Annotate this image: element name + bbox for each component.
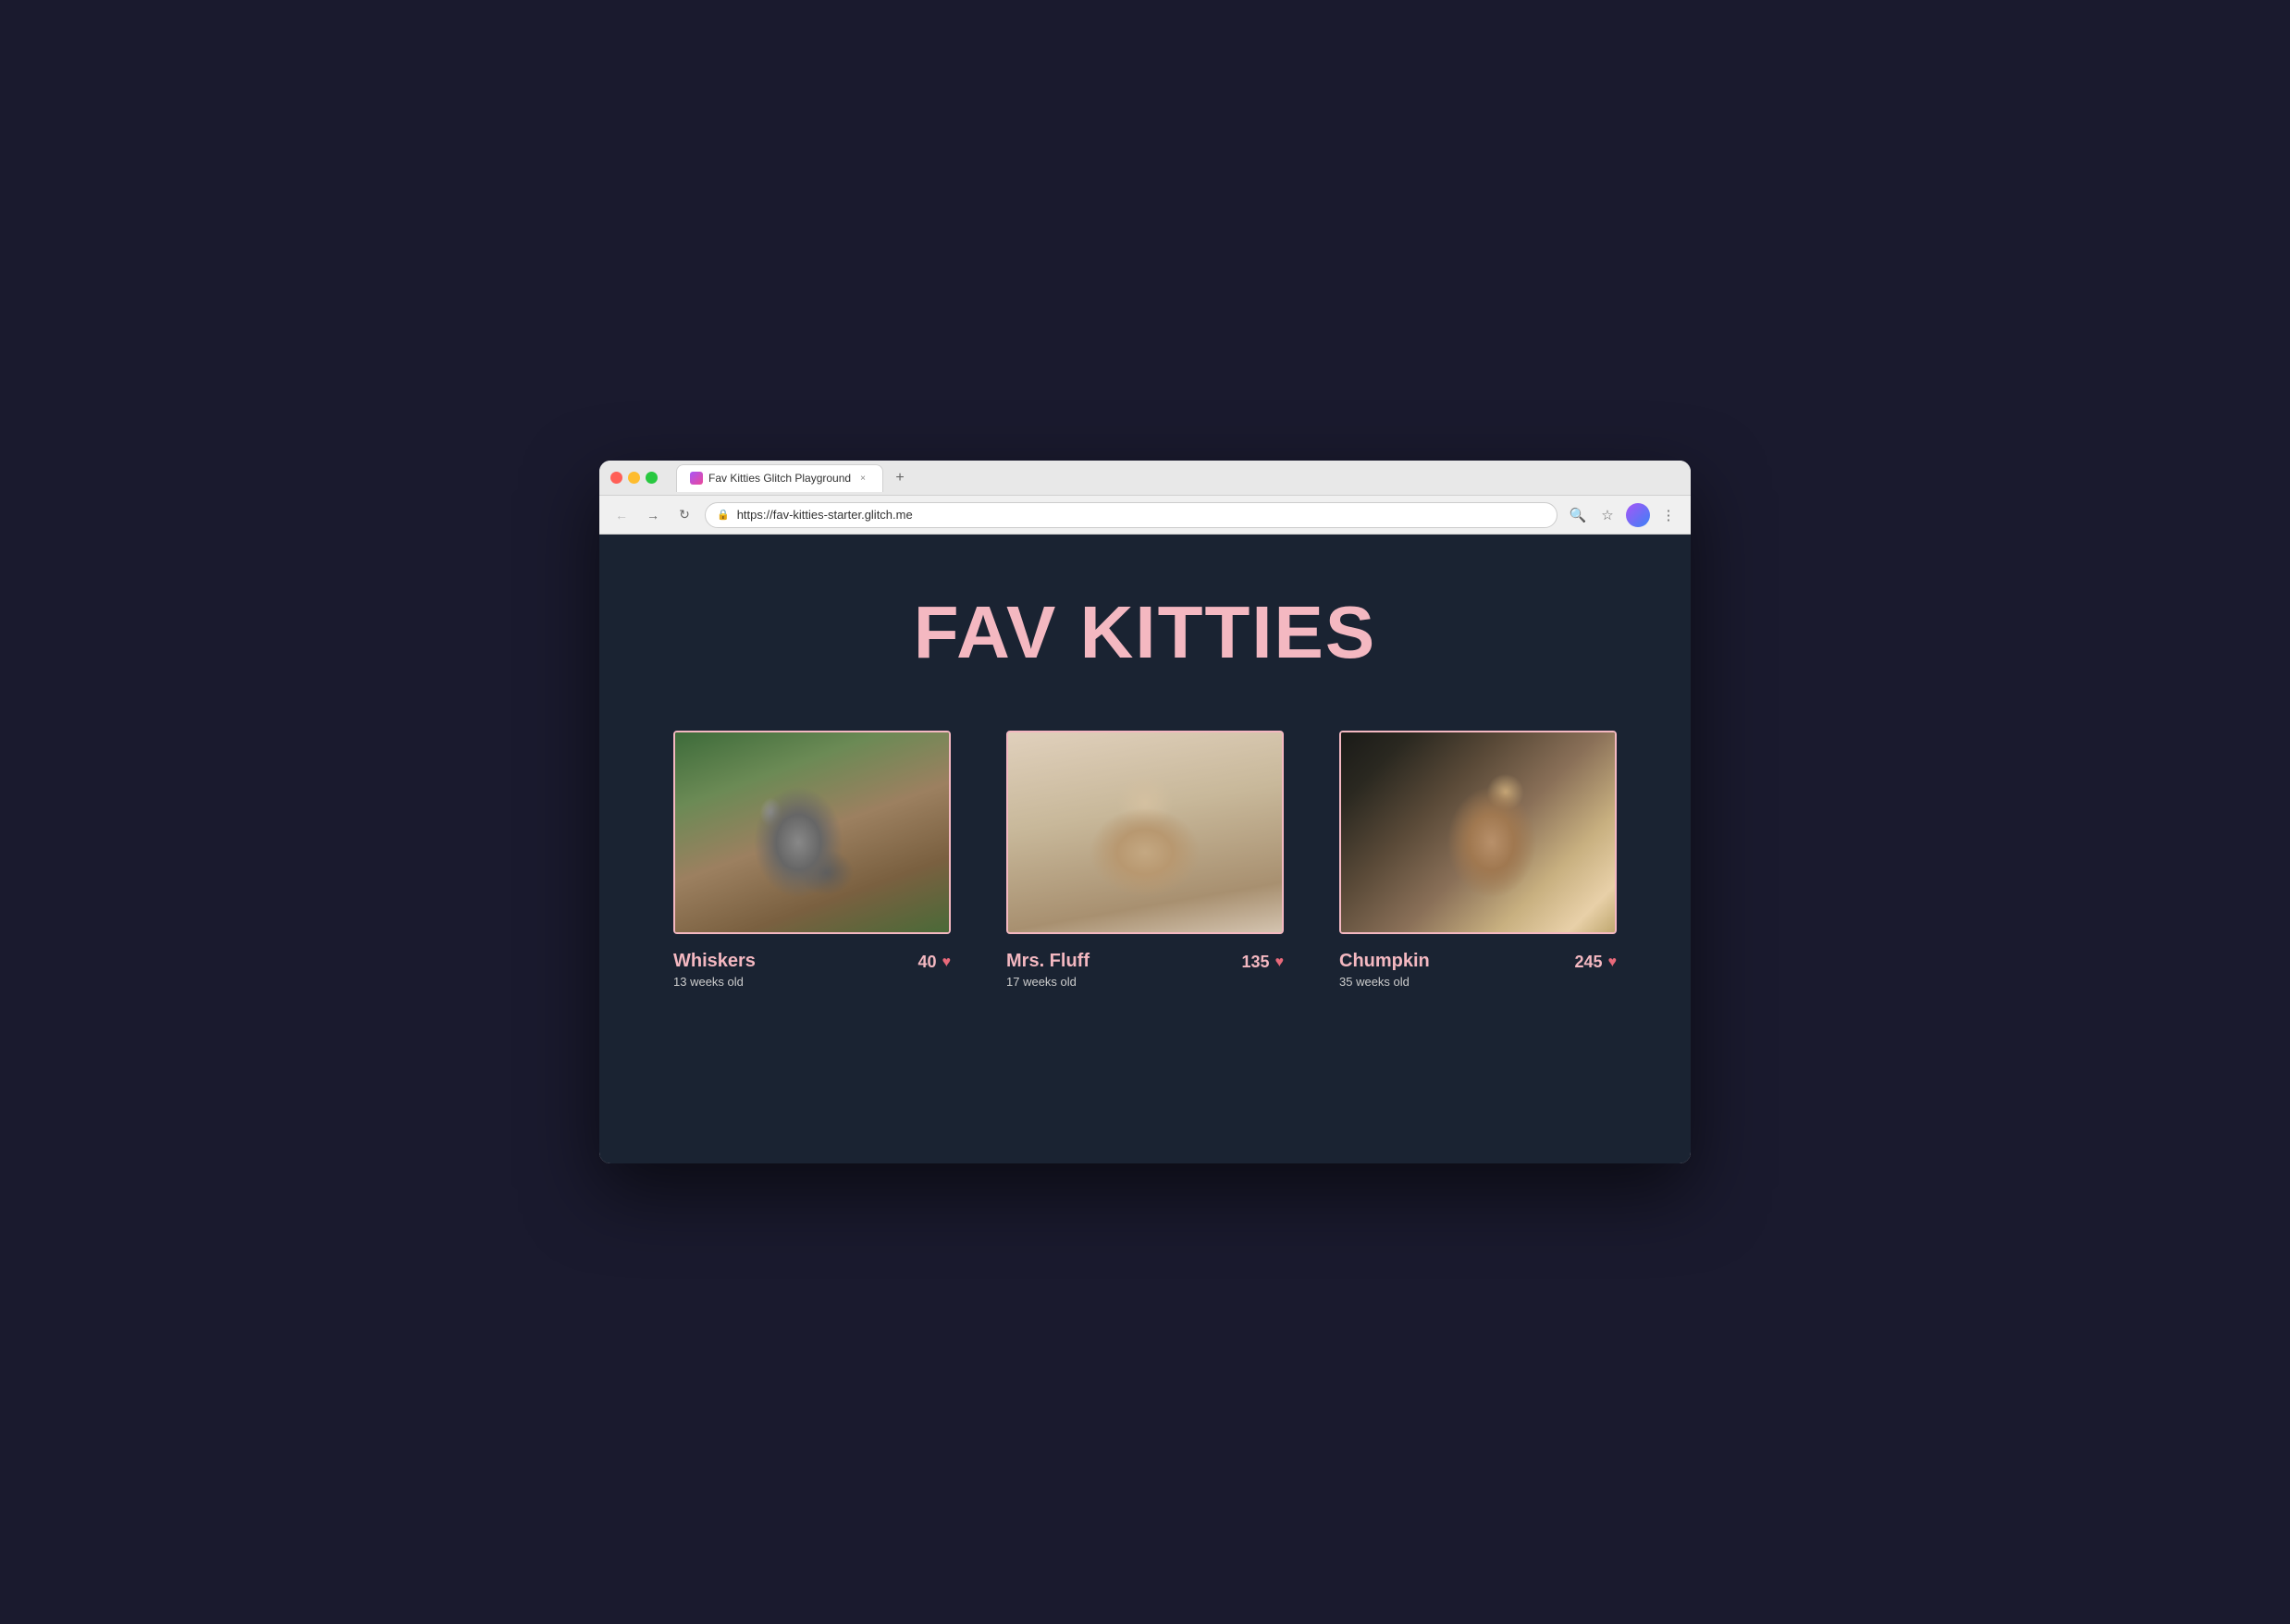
toolbar-right: 🔍 ☆ ⋮	[1567, 503, 1680, 527]
chumpkin-age: 35 weeks old	[1339, 975, 1430, 989]
browser-window: Fav Kitties Glitch Playground × + ← → ↻ …	[599, 461, 1691, 1163]
url-text: https://fav-kitties-starter.glitch.me	[737, 508, 913, 522]
menu-icon: ⋮	[1662, 507, 1676, 523]
chumpkin-heart-icon: ♥	[1608, 954, 1618, 971]
chumpkin-votes[interactable]: 245 ♥	[1574, 953, 1617, 972]
kitty-image-mrs-fluff	[1006, 731, 1284, 934]
chumpkin-name: Chumpkin	[1339, 951, 1430, 972]
title-bar: Fav Kitties Glitch Playground × +	[599, 461, 1691, 496]
chumpkin-info: Chumpkin 35 weeks old 245 ♥	[1339, 951, 1617, 989]
whiskers-name-age: Whiskers 13 weeks old	[673, 951, 756, 989]
fluff-info: Mrs. Fluff 17 weeks old 135 ♥	[1006, 951, 1284, 989]
tab-favicon	[690, 472, 703, 485]
kitty-image-chumpkin	[1339, 731, 1617, 934]
forward-button[interactable]: →	[642, 504, 664, 526]
minimize-button[interactable]	[628, 472, 640, 484]
tab-title: Fav Kitties Glitch Playground	[708, 472, 851, 485]
fluff-age: 17 weeks old	[1006, 975, 1090, 989]
menu-button[interactable]: ⋮	[1657, 504, 1680, 526]
whiskers-name: Whiskers	[673, 951, 756, 972]
chumpkin-name-age: Chumpkin 35 weeks old	[1339, 951, 1430, 989]
tabs-area: Fav Kitties Glitch Playground × +	[676, 464, 1680, 492]
chumpkin-image-svg	[1341, 732, 1617, 934]
tab-close-button[interactable]: ×	[856, 472, 869, 485]
search-button[interactable]: 🔍	[1567, 504, 1589, 526]
whiskers-info: Whiskers 13 weeks old 40 ♥	[673, 951, 951, 989]
forward-icon: →	[646, 508, 659, 523]
kitty-card-whiskers: Whiskers 13 weeks old 40 ♥	[673, 731, 951, 989]
bookmark-icon: ☆	[1601, 507, 1613, 523]
kitty-image-whiskers	[673, 731, 951, 934]
whiskers-heart-icon: ♥	[942, 954, 952, 971]
fluff-heart-icon: ♥	[1275, 954, 1285, 971]
lock-icon: 🔒	[717, 509, 730, 521]
page-content: FAV KITTIES	[599, 535, 1691, 1163]
page-title: FAV KITTIES	[914, 590, 1377, 675]
whiskers-vote-count: 40	[917, 953, 936, 972]
address-bar: ← → ↻ 🔒 https://fav-kitties-starter.glit…	[599, 496, 1691, 535]
whiskers-votes[interactable]: 40 ♥	[917, 953, 951, 972]
bookmark-button[interactable]: ☆	[1596, 504, 1619, 526]
refresh-icon: ↻	[679, 507, 690, 523]
url-bar[interactable]: 🔒 https://fav-kitties-starter.glitch.me	[705, 502, 1557, 528]
fluff-vote-count: 135	[1241, 953, 1269, 972]
user-avatar[interactable]	[1626, 503, 1650, 527]
kitties-grid: Whiskers 13 weeks old 40 ♥	[673, 731, 1617, 989]
whiskers-age: 13 weeks old	[673, 975, 756, 989]
kitty-card-chumpkin: Chumpkin 35 weeks old 245 ♥	[1339, 731, 1617, 989]
refresh-button[interactable]: ↻	[673, 504, 696, 526]
fluff-name: Mrs. Fluff	[1006, 951, 1090, 972]
close-button[interactable]	[610, 472, 622, 484]
traffic-lights	[610, 472, 658, 484]
back-icon: ←	[615, 508, 628, 523]
new-tab-button[interactable]: +	[889, 467, 911, 489]
fluff-votes[interactable]: 135 ♥	[1241, 953, 1284, 972]
search-icon: 🔍	[1570, 507, 1587, 523]
back-button[interactable]: ←	[610, 504, 633, 526]
kitty-card-mrs-fluff: Mrs. Fluff 17 weeks old 135 ♥	[1006, 731, 1284, 989]
fluff-name-age: Mrs. Fluff 17 weeks old	[1006, 951, 1090, 989]
whiskers-image-svg	[675, 732, 951, 934]
fluff-image-svg	[1008, 732, 1284, 934]
chumpkin-vote-count: 245	[1574, 953, 1602, 972]
active-tab[interactable]: Fav Kitties Glitch Playground ×	[676, 464, 883, 492]
maximize-button[interactable]	[646, 472, 658, 484]
